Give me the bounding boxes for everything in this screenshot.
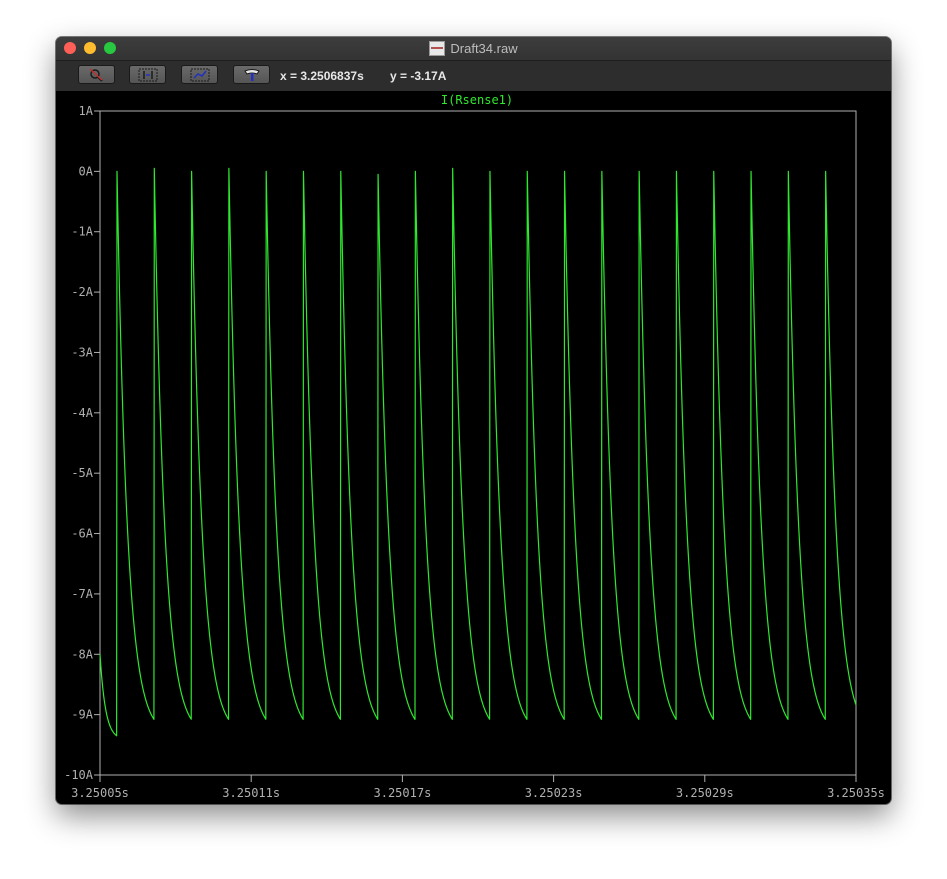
autorange-icon xyxy=(138,68,157,81)
title-bar[interactable]: Draft34.raw xyxy=(56,37,891,61)
y-tick-label: -1A xyxy=(71,225,93,239)
x-tick-label: 3.25005s xyxy=(71,786,129,800)
waveform-viewer-window: Draft34.raw x = 3.2506837s y = -3.17A I(… xyxy=(56,37,891,804)
hammer-button[interactable] xyxy=(233,65,270,84)
hammer-icon xyxy=(243,68,260,81)
x-tick-label: 3.25017s xyxy=(374,786,432,800)
window-title: Draft34.raw xyxy=(450,41,518,56)
y-tick-label: -7A xyxy=(71,587,93,601)
y-tick-label: -10A xyxy=(64,768,94,782)
zoom-icon xyxy=(88,67,103,82)
trace-line[interactable] xyxy=(99,167,857,737)
pan-icon xyxy=(190,68,209,81)
x-tick-label: 3.25029s xyxy=(676,786,734,800)
raw-file-icon xyxy=(429,41,446,56)
x-tick-label: 3.25023s xyxy=(525,786,583,800)
pan-button[interactable] xyxy=(181,65,218,84)
toolbar: x = 3.2506837s y = -3.17A xyxy=(56,61,891,91)
y-tick-label: -6A xyxy=(71,527,93,541)
x-tick-label: 3.25035s xyxy=(827,786,885,800)
x-axis[interactable]: 3.25005s 3.25011s 3.25017s 3.25023s 3.25029s… xyxy=(71,775,885,800)
y-tick-label: -5A xyxy=(71,466,93,480)
zoom-button[interactable] xyxy=(78,65,115,84)
y-tick-label: 1A xyxy=(79,104,94,118)
waveform-plot[interactable]: I(Rsense1) 1A 0A -1A -2A -3A -4A -5A -6A -7A -8A -… xyxy=(56,91,891,804)
y-tick-label: 0A xyxy=(79,164,94,178)
trace-title[interactable]: I(Rsense1) xyxy=(441,93,513,107)
y-tick-label: -9A xyxy=(71,708,93,722)
y-tick-label: -2A xyxy=(71,285,93,299)
x-tick-label: 3.25011s xyxy=(222,786,280,800)
autorange-button[interactable] xyxy=(129,65,166,84)
y-tick-label: -3A xyxy=(71,345,93,359)
y-tick-label: -4A xyxy=(71,406,93,420)
y-tick-label: -8A xyxy=(71,647,93,661)
cursor-y-readout: y = -3.17A xyxy=(390,69,447,83)
y-axis[interactable]: 1A 0A -1A -2A -3A -4A -5A -6A -7A -8A -9A -10A xyxy=(64,104,100,782)
cursor-x-readout: x = 3.2506837s xyxy=(280,69,364,83)
plot-frame xyxy=(99,110,857,776)
